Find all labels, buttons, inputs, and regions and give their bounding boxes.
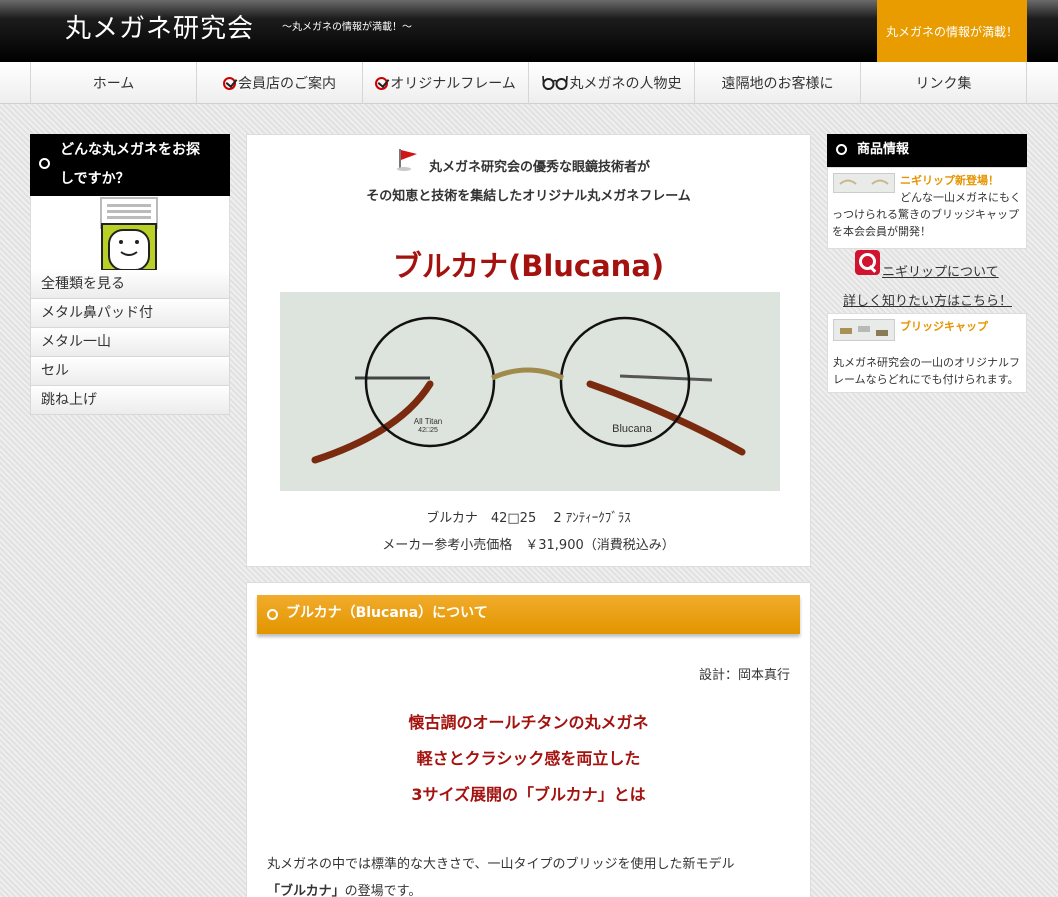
right-sidebar-heading: 商品情報	[827, 134, 1027, 167]
circle-bullet-icon	[39, 158, 50, 169]
left-menu-all-types[interactable]: 全種類を見る	[30, 270, 230, 299]
intro-line-1: 丸メガネ研究会の優秀な眼鏡技術者が	[247, 156, 810, 175]
product-about-panel: ブルカナ（Blucana）について 設計：岡本真行 懐古調のオールチタンの丸メガ…	[246, 582, 811, 897]
check-icon	[223, 76, 236, 90]
left-menu-flip-up[interactable]: 跳ね上げ	[30, 386, 230, 415]
nav-remote-customers[interactable]: 遠隔地のお客様に	[694, 62, 860, 104]
product-model-caption: ブルカナ 42□25 2 ｱﾝﾃｨｰｸﾌﾞﾗｽ	[426, 511, 631, 526]
body-text-rest: の登場です。	[344, 884, 422, 897]
nav-label: 丸メガネの人物史	[569, 76, 682, 92]
headline-2: 軽さとクラシック感を両立した	[416, 749, 641, 768]
glasses-photo-illustration: All Titan 42□25 Blucana	[280, 292, 780, 491]
product-name-bold: 「ブルカナ」	[267, 884, 345, 897]
nav-home[interactable]: ホーム	[30, 62, 196, 104]
site-header: 丸メガネ研究会 ～丸メガネの情報が満載！～ 丸メガネの情報が満載！	[0, 0, 1058, 62]
main-nav: ホーム 会員店のご案内 オリジナルフレーム 丸メガネの人物史 遠隔地のお客様に …	[0, 62, 1058, 104]
headline-1: 懐古調のオールチタンの丸メガネ	[408, 713, 649, 732]
left-menu-metal-ichiyama[interactable]: メタル一山	[30, 328, 230, 357]
intro-line-2: その知恵と技術を集結したオリジナル丸メガネフレーム	[366, 189, 691, 204]
nigirip-about-link[interactable]: ニギリップについて	[882, 261, 999, 280]
glasses-icon	[541, 75, 568, 90]
site-title[interactable]: 丸メガネ研究会	[65, 8, 254, 45]
circle-bullet-icon	[267, 609, 278, 620]
product-title: ブルカナ(Blucana)	[392, 249, 665, 283]
nav-label: リンク集	[915, 76, 972, 92]
bridge-cap-thumbnail[interactable]	[833, 319, 895, 341]
nav-member-stores[interactable]: 会員店のご案内	[196, 62, 362, 104]
header-badge: 丸メガネの情報が満載！	[877, 0, 1027, 62]
heading-line: しですか？	[60, 171, 130, 187]
mascot-face-icon	[30, 196, 230, 271]
bridge-cap-title[interactable]: ブリッジキャップ	[900, 318, 988, 335]
body-paragraph-2: 「ブルカナ」の登場です。	[267, 880, 421, 897]
product-price-caption: メーカー参考小売価格 ￥31,900（消費税込み）	[382, 538, 675, 553]
product-card-bridge-cap[interactable]: ブリッジキャップ 丸メガネ研究会の一山のオリジナルフレームならどれにでも付けられ…	[827, 313, 1027, 393]
right-sidebar: 商品情報 ニギリップ新登場！ どんな一山メガネにもくっつけられる驚きのブリッジキ…	[827, 134, 1027, 249]
headline-3: 3サイズ展開の「ブルカナ」とは	[411, 785, 646, 804]
product-intro-panel: 丸メガネ研究会の優秀な眼鏡技術者が その知恵と技術を集結したオリジナル丸メガネフ…	[246, 134, 811, 567]
mascot-illustration	[100, 197, 158, 271]
magnifier-icon[interactable]	[855, 250, 880, 275]
nav-label: オリジナルフレーム	[390, 76, 516, 92]
right-heading-text: 商品情報	[857, 142, 910, 157]
bridge-cap-description: 丸メガネ研究会の一山のオリジナルフレームならどれにでも付けられます。	[833, 356, 1020, 386]
product-photo[interactable]: All Titan 42□25 Blucana	[280, 292, 780, 491]
body-paragraph-1: 丸メガネの中では標準的な大きさで、一山タイプのブリッジを使用した新モデル	[267, 857, 735, 872]
photo-text-material: All Titan	[414, 417, 442, 426]
nav-links[interactable]: リンク集	[860, 62, 1027, 104]
circle-bullet-icon	[836, 144, 847, 155]
nav-original-frames[interactable]: オリジナルフレーム	[362, 62, 528, 104]
heading-line: どんな丸メガネをお探	[60, 142, 200, 158]
about-heading: ブルカナ（Blucana）について	[257, 595, 800, 634]
left-sidebar: どんな丸メガネをお探 しですか？ 全種類を見る メタル鼻パッド付 メタル一山 セ…	[30, 134, 230, 415]
nigirip-description: どんな一山メガネにもくっつけられる驚きのブリッジキャップを本会会員が開発！	[832, 191, 1021, 238]
left-menu-metal-nose-pad[interactable]: メタル鼻パッド付	[30, 299, 230, 328]
nav-label: 遠隔地のお客様に	[721, 76, 834, 92]
product-card-nigirip[interactable]: ニギリップ新登場！ どんな一山メガネにもくっつけられる驚きのブリッジキャップを本…	[827, 167, 1027, 249]
nav-label: 会員店のご案内	[238, 76, 336, 92]
designer-credit: 設計：岡本真行	[698, 668, 790, 683]
left-menu-cell[interactable]: セル	[30, 357, 230, 386]
nav-label: ホーム	[92, 76, 135, 92]
learn-more-link[interactable]: 詳しく知りたい方はこちら！	[843, 290, 1012, 309]
nav-history[interactable]: 丸メガネの人物史	[528, 62, 694, 104]
photo-text-size: 42□25	[418, 427, 438, 434]
left-sidebar-heading: どんな丸メガネをお探 しですか？	[30, 134, 230, 196]
about-heading-text: ブルカナ（Blucana）について	[286, 605, 488, 621]
check-icon	[375, 76, 389, 90]
site-tagline: ～丸メガネの情報が満載！～	[282, 22, 412, 33]
intro-text: 丸メガネ研究会の優秀な眼鏡技術者が	[428, 160, 650, 175]
photo-text-brand: Blucana	[612, 423, 653, 435]
